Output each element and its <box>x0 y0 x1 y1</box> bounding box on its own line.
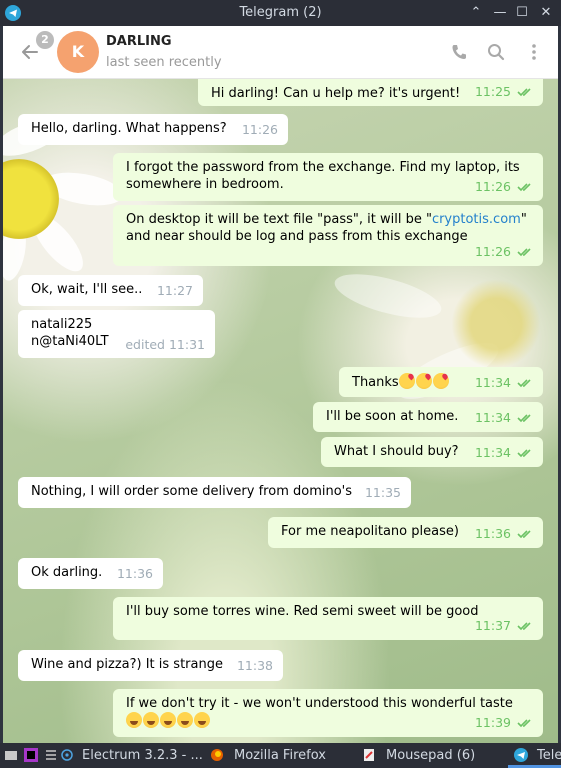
message-text: Wine and pizza?) It is strange <box>31 657 223 672</box>
menu-icon[interactable] <box>44 748 58 762</box>
laughing-emoji-icon <box>194 712 210 728</box>
read-ticks-icon <box>517 410 533 427</box>
firefox-icon <box>210 748 224 762</box>
message-outgoing[interactable]: I'll buy some torres wine. Red semi swee… <box>113 597 543 640</box>
files-icon[interactable] <box>4 748 18 762</box>
message-link[interactable]: cryptotis.com <box>432 212 521 227</box>
avatar[interactable]: K <box>57 31 99 73</box>
message-time: 11:39 <box>475 714 533 732</box>
read-ticks-icon <box>517 715 533 732</box>
message-time: 11:26 <box>241 122 278 137</box>
phone-icon[interactable] <box>449 42 469 62</box>
message-incoming[interactable]: natali225 n@taNi40LT edited 11:31 <box>18 310 215 358</box>
read-ticks-icon <box>517 179 533 196</box>
chat-history[interactable]: Hi darling! Can u help me? it's urgent! … <box>3 79 558 743</box>
window-minimize-button[interactable]: — <box>492 4 508 22</box>
message-outgoing[interactable]: I'll be soon at home. 11:34 <box>313 402 543 432</box>
taskbar-item-firefox[interactable]: Mozilla Firefox <box>234 743 326 768</box>
message-outgoing[interactable]: What I should buy? 11:34 <box>321 437 543 467</box>
message-time: 11:34 <box>475 444 533 462</box>
window-close-button[interactable]: ✕ <box>538 4 554 22</box>
window-maximize-button[interactable]: ☐ <box>514 4 530 22</box>
wallpaper-petal <box>330 265 446 327</box>
message-time: 11:38 <box>236 658 273 673</box>
message-emoji-row <box>126 712 531 730</box>
message-incoming[interactable]: Ok, wait, I'll see.. 11:27 <box>18 275 203 306</box>
kiss-emoji-icon <box>432 373 449 389</box>
read-ticks-icon <box>517 244 533 261</box>
read-ticks-icon <box>517 526 533 543</box>
phpstorm-icon[interactable] <box>24 748 38 762</box>
message-time: 11:36 <box>116 566 153 581</box>
message-text: If we don't try it - we won't understood… <box>126 696 513 711</box>
read-ticks-icon <box>517 618 533 635</box>
peer-status: last seen recently <box>106 55 222 70</box>
search-icon[interactable] <box>486 42 506 62</box>
message-incoming[interactable]: Wine and pizza?) It is strange 11:38 <box>18 650 283 681</box>
taskbar-item-mousepad[interactable]: Mousepad (6) <box>386 743 475 768</box>
message-time: 11:26 <box>475 178 533 196</box>
message-time: 11:34 <box>475 374 533 392</box>
unread-count-badge: 2 <box>36 31 54 49</box>
more-vertical-icon[interactable] <box>524 42 544 62</box>
kiss-emoji-icon <box>415 373 432 389</box>
laughing-emoji-icon <box>143 712 159 728</box>
message-text: I forgot the password from the exchange.… <box>126 160 524 192</box>
message-time: 11:25 <box>475 83 533 101</box>
message-time: 11:36 <box>475 525 533 543</box>
system-taskbar: Electrum 3.2.3 - ... Mozilla Firefox Mou… <box>0 743 561 768</box>
read-ticks-icon <box>517 84 533 101</box>
edited-label: edited <box>125 337 165 352</box>
message-outgoing[interactable]: I forgot the password from the exchange.… <box>113 153 543 201</box>
message-text: On desktop it will be text file "pass", … <box>126 212 531 244</box>
read-ticks-icon <box>517 445 533 462</box>
message-time: edited 11:31 <box>125 337 205 352</box>
message-outgoing[interactable]: If we don't try it - we won't understood… <box>113 689 543 737</box>
window-titlebar: Telegram (2) ⌃ — ☐ ✕ <box>0 0 561 26</box>
message-incoming[interactable]: Ok darling. 11:36 <box>18 558 163 589</box>
message-time: 11:26 <box>475 243 533 261</box>
taskbar-item-electrum[interactable]: Electrum 3.2.3 - ... <box>82 743 203 768</box>
kiss-emoji-icon <box>398 373 415 389</box>
message-time: 11:34 <box>475 409 533 427</box>
window-shade-button[interactable]: ⌃ <box>468 4 484 22</box>
message-text: Nothing, I will order some delivery from… <box>31 484 353 499</box>
message-outgoing[interactable]: Thanks 11:34 <box>339 367 543 397</box>
electrum-icon <box>60 748 74 762</box>
mousepad-icon <box>362 748 376 762</box>
peer-name[interactable]: DARLING <box>106 34 172 49</box>
laughing-emoji-icon <box>126 712 142 728</box>
laughing-emoji-icon <box>160 712 176 728</box>
message-incoming[interactable]: Nothing, I will order some delivery from… <box>18 477 411 508</box>
telegram-icon <box>514 748 528 762</box>
message-outgoing[interactable]: On desktop it will be text file "pass", … <box>113 205 543 266</box>
message-time: 11:37 <box>475 617 533 635</box>
message-time: 11:27 <box>156 283 193 298</box>
message-text: I'll buy some torres wine. Red semi swee… <box>126 604 479 619</box>
read-ticks-icon <box>517 375 533 392</box>
message-outgoing[interactable]: For me neapolitano please) 11:36 <box>268 517 543 548</box>
message-text: Hello, darling. What happens? <box>31 121 227 136</box>
message-text: natali225 <box>31 317 93 332</box>
message-incoming[interactable]: Hello, darling. What happens? 11:26 <box>18 114 288 145</box>
message-outgoing[interactable]: Hi darling! Can u help me? it's urgent! … <box>198 79 543 106</box>
wallpaper-daisy <box>451 279 541 369</box>
chat-header: 2 K DARLING last seen recently <box>3 26 558 79</box>
laughing-emoji-icon <box>177 712 193 728</box>
message-time: 11:35 <box>364 485 401 500</box>
